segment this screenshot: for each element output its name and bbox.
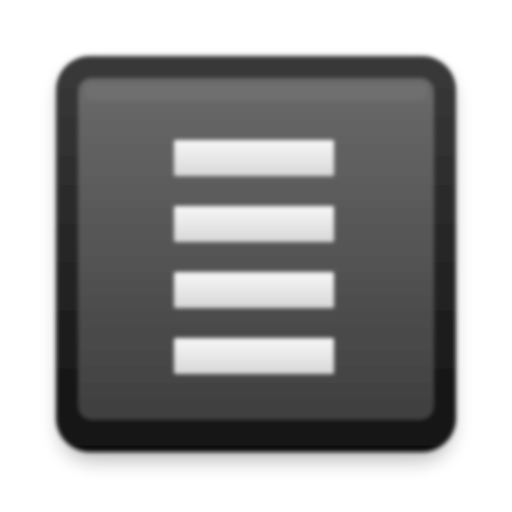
menu-line-4 — [174, 338, 334, 374]
panel-highlight — [84, 84, 428, 100]
menu-line-2 — [174, 206, 334, 242]
menu-line-1 — [174, 140, 334, 176]
menu-line-3 — [174, 272, 334, 308]
menu-app-icon[interactable] — [0, 0, 512, 512]
menu-icon — [56, 56, 456, 460]
